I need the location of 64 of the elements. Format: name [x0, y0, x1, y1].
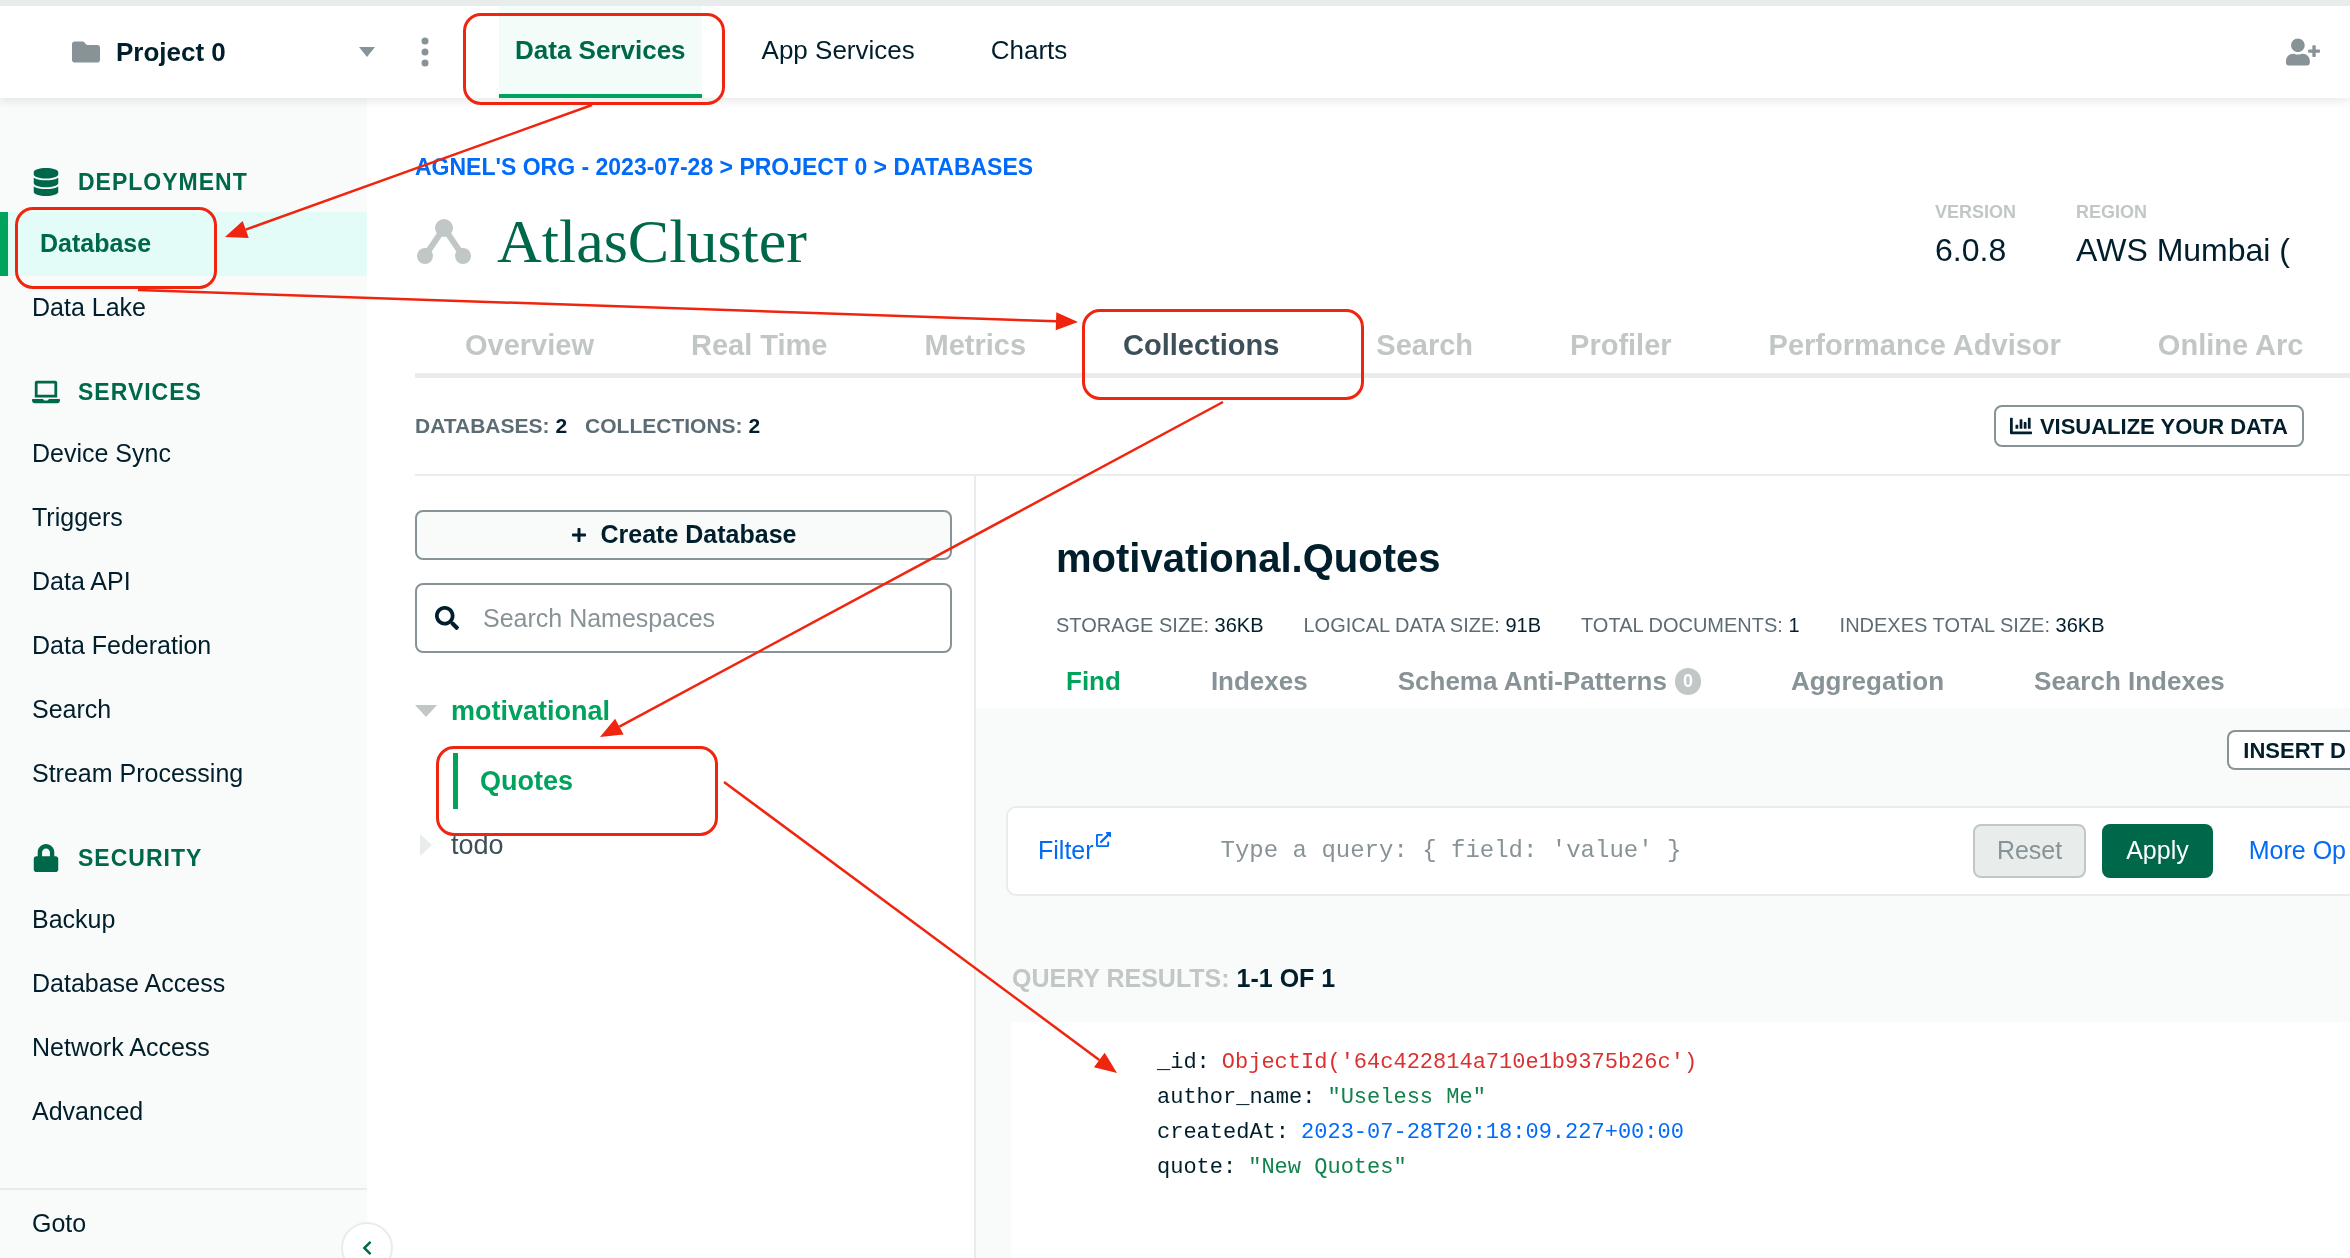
sidebar-item[interactable]: Goto: [32, 1205, 87, 1243]
nav-tab[interactable]: Charts: [974, 6, 1084, 98]
stat-label: STORAGE SIZE: 36KB: [1056, 613, 1264, 638]
plus-icon: [570, 527, 587, 543]
field-value: ObjectId('64c422814a710e1b9375b26c'): [1221, 1048, 1698, 1077]
insert-document-button[interactable]: INSERT D: [2227, 730, 2350, 770]
sidebar-item[interactable]: Stream Processing: [0, 742, 367, 806]
results-count: QUERY RESULTS: 1-1 OF 1: [1012, 963, 1337, 994]
count-label: DATABASES: 2: [415, 413, 568, 440]
sidebar-item[interactable]: Advanced: [0, 1080, 367, 1144]
section-heading: SECURITY: [78, 843, 203, 873]
external-link-icon: [1095, 832, 1111, 848]
field-key: _id:: [1157, 1045, 1210, 1079]
meta-label: REGION: [2076, 200, 2149, 224]
sidebar-item[interactable]: Network Access: [0, 1016, 367, 1080]
meta-value: 6.0.8: [1935, 230, 2008, 270]
create-database-button[interactable]: Create Database: [415, 510, 952, 560]
field-key: createdAt:: [1157, 1115, 1290, 1149]
more-options-link[interactable]: More Op: [2248, 832, 2346, 870]
sidebar-item[interactable]: Triggers: [0, 486, 367, 550]
nav-tab[interactable]: App Services: [745, 6, 931, 98]
field-key: quote:: [1157, 1150, 1237, 1184]
cluster-title: AtlasCluster: [497, 205, 807, 277]
field-key: author_name:: [1157, 1080, 1316, 1114]
sidebar-item[interactable]: Database: [0, 212, 367, 276]
sidebar-item[interactable]: Data Federation: [0, 614, 367, 678]
sidebar-item[interactable]: Database Access: [0, 952, 367, 1016]
meta-value: AWS Mumbai (: [2076, 230, 2290, 270]
tab[interactable]: Collections: [1099, 323, 1304, 374]
section-heading: DEPLOYMENT: [78, 167, 248, 197]
sidebar-item[interactable]: Device Sync: [0, 422, 367, 486]
stat-label: TOTAL DOCUMENTS: 1: [1581, 613, 1800, 638]
nav-tab[interactable]: Data Services: [499, 6, 702, 98]
field-value: 2023-07-28T20:18:09.227+00:00: [1301, 1118, 1684, 1147]
stat-label: LOGICAL DATA SIZE: 91B: [1303, 613, 1541, 638]
project-name[interactable]: Project 0: [116, 32, 359, 72]
breadcrumb[interactable]: AGNEL'S ORG - 2023-07-28 > PROJECT 0 > DATABASES: [415, 150, 2350, 185]
collection-title: motivational.Quotes: [1056, 535, 1442, 582]
field-value: "New Quotes": [1248, 1153, 1407, 1182]
visualize-button[interactable]: VISUALIZE YOUR DATA: [1993, 405, 2304, 447]
field-value: "Useless Me": [1327, 1083, 1486, 1112]
search-field[interactable]: Search Namespaces: [415, 583, 952, 653]
count-badge: 0: [1674, 667, 1701, 695]
section-heading: SERVICES: [78, 377, 202, 407]
filter-link[interactable]: Filter: [1038, 832, 1111, 870]
search-icon: [435, 606, 459, 630]
caret-icon[interactable]: [359, 47, 375, 57]
count-label: COLLECTIONS: 2: [585, 413, 761, 440]
sidebar-item[interactable]: Data Lake: [0, 276, 367, 340]
apply-button[interactable]: Apply: [2102, 824, 2213, 878]
stat-label: INDEXES TOTAL SIZE: 36KB: [1839, 613, 2105, 638]
add-user-icon[interactable]: [2286, 35, 2320, 69]
namespace-item[interactable]: todo: [451, 824, 504, 866]
database-icon: [32, 168, 60, 196]
lock-icon: [32, 844, 60, 872]
sidebar-item[interactable]: Search: [0, 678, 367, 742]
cluster-icon: [415, 216, 473, 266]
sidebar-item[interactable]: Backup: [0, 888, 367, 952]
bar-chart-icon: [2009, 415, 2032, 437]
query-field[interactable]: Type a query: { field: 'value' }: [1220, 833, 1781, 869]
more-icon[interactable]: [421, 37, 429, 67]
sidebar-item[interactable]: Data API: [0, 550, 367, 614]
meta-label: VERSION: [1935, 200, 2017, 224]
laptop-icon: [32, 378, 60, 406]
